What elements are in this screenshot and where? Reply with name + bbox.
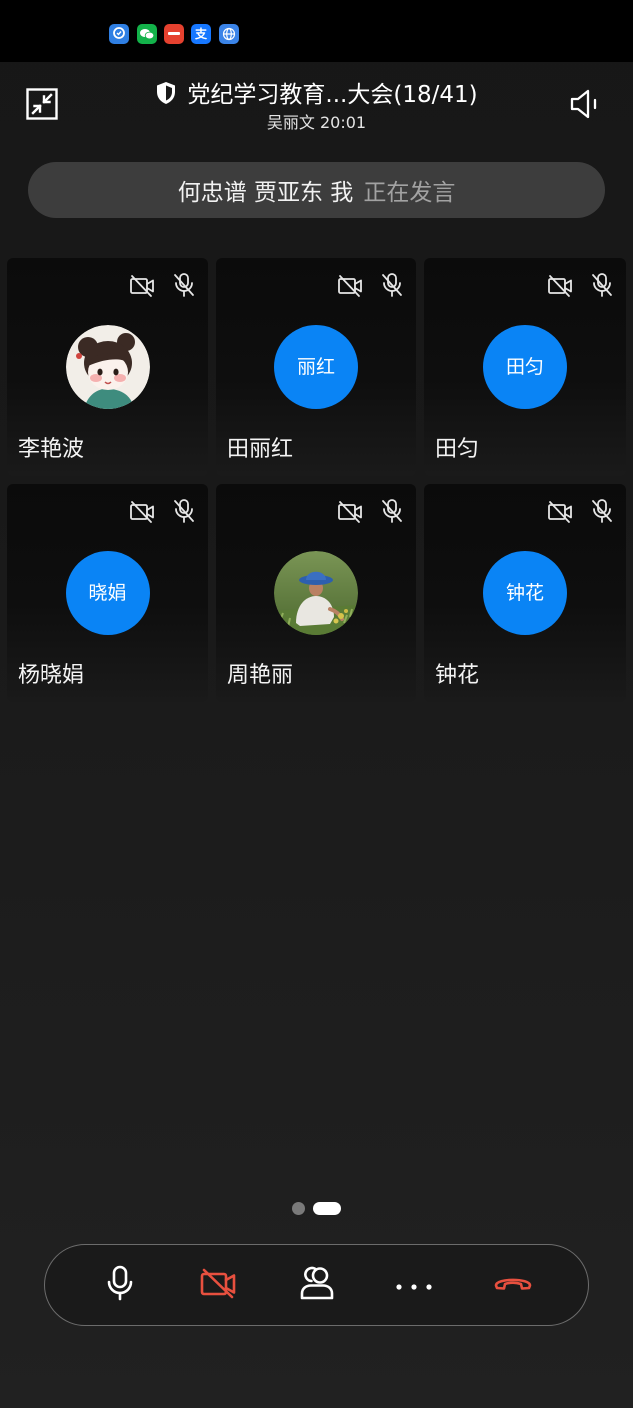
shield-icon [155, 81, 177, 109]
participant-tile[interactable]: 丽红 田丽红 [216, 258, 416, 476]
hang-up-button[interactable] [485, 1257, 541, 1313]
avatar [274, 551, 358, 635]
more-options-button[interactable] [386, 1257, 442, 1313]
camera-off-icon [547, 274, 573, 298]
security-app-icon [109, 24, 129, 44]
avatar: 田匀 [483, 325, 567, 409]
mic-off-icon [591, 272, 613, 298]
microphone-icon [105, 1265, 135, 1305]
mute-toggle-button[interactable] [92, 1257, 148, 1313]
avatar [65, 325, 150, 409]
avatar-initials: 晓娟 [88, 581, 127, 604]
hang-up-icon [493, 1274, 533, 1296]
meeting-title-row[interactable]: 党纪学习教育...大会(18/41) [0, 80, 633, 110]
browser-globe-icon [219, 24, 239, 44]
participant-name: 田丽红 [227, 437, 294, 462]
page-indicator-2-current [313, 1202, 341, 1215]
speaker-icon [568, 88, 600, 124]
mic-off-icon [173, 498, 195, 524]
camera-off-icon [337, 500, 363, 524]
participants-icon [299, 1265, 335, 1305]
mic-off-icon [381, 498, 403, 524]
active-speakers: 何忠谱 贾亚东 我 [177, 180, 354, 206]
status-bar: 支 [0, 0, 633, 62]
camera-off-icon [337, 274, 363, 298]
participant-name: 钟花 [435, 663, 480, 688]
participant-name: 周艳丽 [227, 663, 294, 688]
participant-name: 田匀 [435, 437, 480, 462]
participant-tile[interactable]: 李艳波 [7, 258, 208, 476]
camera-off-icon [129, 274, 155, 298]
participant-tile[interactable]: 田匀 田匀 [424, 258, 626, 476]
more-icon [396, 1276, 432, 1295]
camera-off-icon [129, 500, 155, 524]
meeting-title: 党纪学习教育...大会(18/41) [187, 82, 478, 108]
alipay-icon: 支 [191, 24, 211, 44]
camera-toggle-button[interactable] [190, 1257, 246, 1313]
mic-off-icon [591, 498, 613, 524]
camera-off-icon [199, 1267, 237, 1303]
speaking-banner: 何忠谱 贾亚东 我 正在发言 [28, 162, 605, 218]
avatar-initials: 丽红 [296, 355, 335, 378]
avatar: 丽红 [274, 325, 358, 409]
participant-tile[interactable]: 晓娟 杨晓娟 [7, 484, 208, 702]
avatar-initials: 钟花 [505, 581, 544, 604]
wechat-icon [137, 24, 157, 44]
participant-name: 杨晓娟 [18, 663, 85, 688]
participant-name: 李艳波 [18, 437, 85, 462]
participant-tile[interactable]: 钟花 钟花 [424, 484, 626, 702]
avatar: 晓娟 [65, 551, 150, 635]
alipay-glyph: 支 [194, 27, 207, 41]
page-indicator-1 [292, 1202, 305, 1215]
speaker-button[interactable] [568, 88, 600, 124]
participants-button[interactable] [289, 1257, 345, 1313]
avatar: 钟花 [483, 551, 567, 635]
mic-off-icon [173, 272, 195, 298]
mic-off-icon [381, 272, 403, 298]
participant-tile[interactable]: 周艳丽 [216, 484, 416, 702]
meeting-host-time: 吴丽文 20:01 [266, 113, 367, 132]
avatar-initials: 田匀 [505, 355, 544, 378]
news-app-icon [164, 24, 184, 44]
camera-off-icon [547, 500, 573, 524]
speaking-status: 正在发言 [363, 180, 456, 206]
